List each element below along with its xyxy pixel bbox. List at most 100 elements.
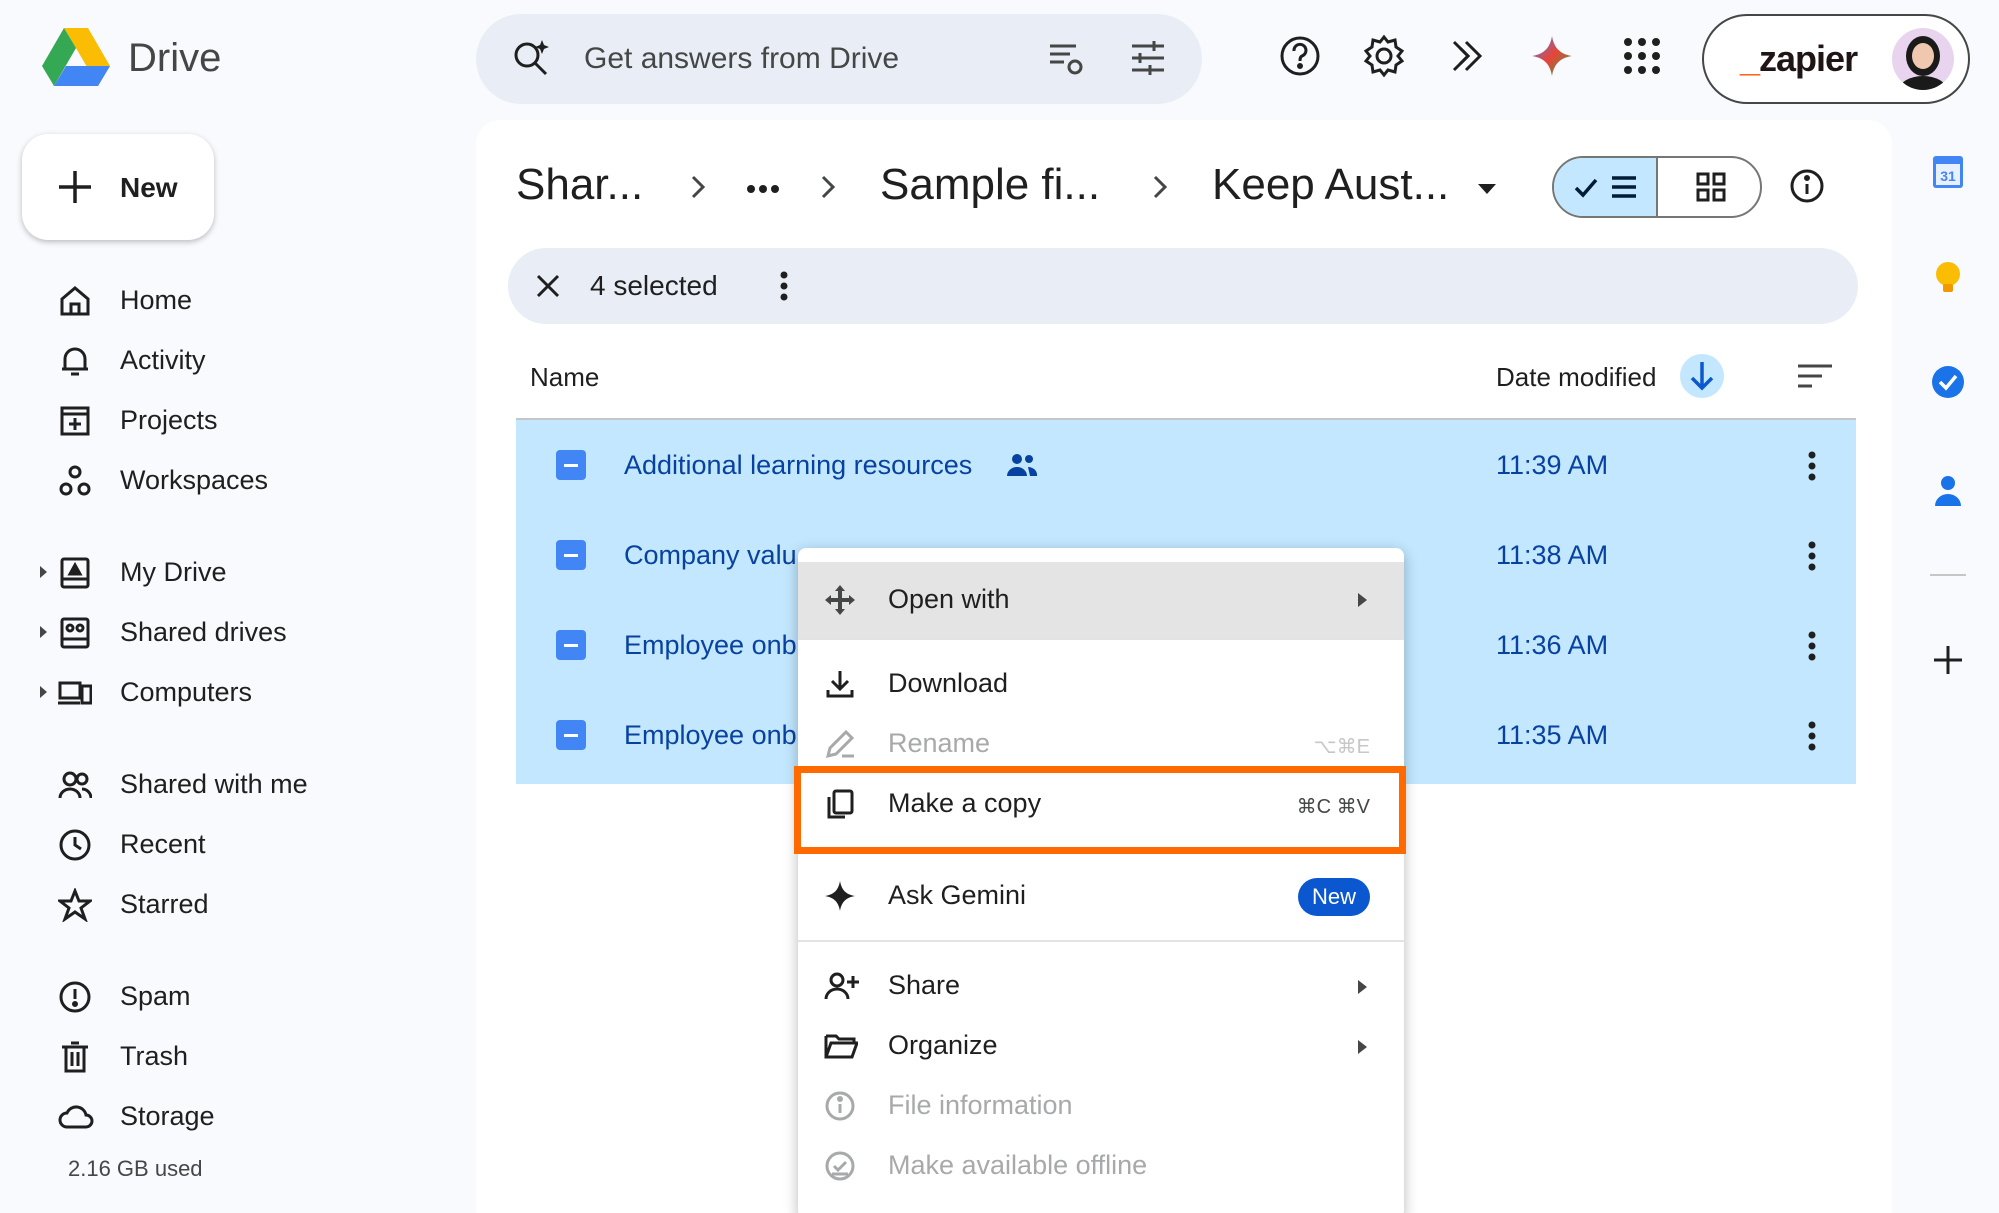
file-name[interactable]: Employee onb (624, 630, 797, 661)
help-icon[interactable] (1278, 34, 1322, 78)
info-icon (824, 1090, 856, 1122)
tasks-icon[interactable] (1928, 362, 1968, 402)
file-date: 11:36 AM (1496, 630, 1609, 660)
edit-pencil-icon (824, 728, 856, 760)
filter-tune-icon[interactable] (1128, 38, 1168, 78)
submenu-arrow-icon (1358, 980, 1367, 994)
add-addon-plus-icon[interactable] (1928, 640, 1968, 680)
keep-lightbulb-icon[interactable] (1928, 258, 1968, 298)
table-row[interactable]: Additional learning resources 11:39 AM (516, 420, 1856, 510)
sort-options-icon[interactable] (1796, 362, 1834, 392)
sort-arrow-down-icon[interactable] (1680, 354, 1724, 398)
chevron-right-icon (816, 172, 840, 202)
sidebar-item-recent[interactable]: Recent (0, 816, 470, 872)
google-docs-icon (556, 450, 586, 480)
chevron-right-icon (1148, 172, 1172, 202)
avatar[interactable] (1892, 28, 1954, 90)
more-vert-icon[interactable] (1802, 720, 1822, 752)
sidebar-item-activity[interactable]: Activity (0, 332, 470, 388)
search-sparkle-icon (510, 36, 554, 80)
more-vert-icon[interactable] (1802, 540, 1822, 572)
selection-count: 4 selected (590, 270, 718, 301)
new-badge: New (1298, 878, 1370, 916)
expand-caret-icon[interactable] (40, 686, 47, 698)
info-icon[interactable] (1788, 167, 1826, 205)
gemini-sparkle-icon[interactable] (1530, 34, 1574, 78)
workspaces-icon (58, 464, 92, 498)
menu-item-ask-gemini[interactable]: Ask Gemini New (798, 866, 1404, 926)
menu-divider (798, 638, 1404, 640)
side-panel-divider (1930, 574, 1966, 576)
sidebar-item-storage[interactable]: Storage (0, 1088, 470, 1144)
gemini-apps-icon[interactable] (1446, 34, 1490, 78)
shared-people-icon (1006, 452, 1038, 478)
menu-item-share[interactable]: Share (798, 956, 1404, 1016)
gemini-sparkle-icon (824, 880, 856, 912)
google-docs-icon (556, 720, 586, 750)
dropdown-arrow-icon[interactable] (1476, 182, 1498, 196)
sidebar-item-spam[interactable]: Spam (0, 968, 470, 1024)
sidebar-item-computers[interactable]: Computers (0, 664, 470, 720)
cloud-icon (58, 1100, 94, 1134)
more-vert-icon[interactable] (774, 270, 794, 302)
sidebar-item-starred[interactable]: Starred (0, 876, 470, 932)
file-name[interactable]: Employee onb (624, 720, 797, 751)
spam-icon (58, 980, 92, 1014)
close-icon[interactable] (532, 270, 564, 302)
file-name[interactable]: Company valu (624, 540, 797, 571)
sidebar-item-shared-with-me[interactable]: Shared with me (0, 756, 470, 812)
folder-open-icon (824, 1030, 858, 1062)
sidebar-item-projects[interactable]: Projects (0, 392, 470, 448)
sidebar-item-shared-drives[interactable]: Shared drives (0, 604, 470, 660)
chevron-right-icon (686, 172, 710, 202)
highlight-annotation-box (794, 766, 1406, 854)
file-date: 11:35 AM (1496, 720, 1609, 750)
more-vert-icon[interactable] (1802, 450, 1822, 482)
more-vert-icon[interactable] (1802, 630, 1822, 662)
sidebar-item-trash[interactable]: Trash (0, 1028, 470, 1084)
new-button[interactable] (22, 134, 214, 240)
list-view-button[interactable] (1554, 158, 1658, 216)
file-name[interactable]: Additional learning resources (624, 450, 972, 481)
google-docs-icon (556, 540, 586, 570)
search-input[interactable]: Get answers from Drive (584, 42, 899, 76)
plus-icon (56, 168, 94, 206)
shortcut-text: ⌥⌘E (1313, 736, 1370, 758)
sidebar-item-my-drive[interactable]: My Drive (0, 544, 470, 600)
expand-caret-icon[interactable] (40, 566, 47, 578)
menu-item-open-with[interactable]: Open with (798, 562, 1404, 638)
menu-item-download[interactable]: Download (798, 654, 1404, 714)
grid-view-button[interactable] (1658, 158, 1760, 216)
drive-logo[interactable] (40, 26, 112, 90)
apps-grid-icon[interactable] (1620, 34, 1664, 78)
submenu-arrow-icon (1358, 1040, 1367, 1054)
search-settings-icon[interactable] (1046, 38, 1086, 78)
move-arrows-icon (824, 584, 856, 616)
trash-icon (58, 1040, 92, 1074)
bell-icon (58, 344, 92, 378)
expand-caret-icon[interactable] (40, 626, 47, 638)
file-date: 11:38 AM (1496, 540, 1609, 570)
computers-icon (58, 676, 92, 710)
star-icon (58, 888, 92, 922)
column-header-name[interactable]: Name (530, 362, 599, 393)
contacts-icon[interactable] (1928, 470, 1968, 510)
storage-usage-text: 2.16 GB used (68, 1156, 203, 1181)
column-header-date-modified[interactable]: Date modified (1496, 362, 1656, 393)
home-icon (58, 284, 92, 318)
offline-check-icon (824, 1150, 856, 1182)
calendar-icon[interactable]: 31 (1928, 152, 1968, 192)
breadcrumb-item[interactable]: Shar... (516, 160, 643, 210)
breadcrumb-item[interactable]: Sample fi... (880, 160, 1100, 210)
menu-item-organize[interactable]: Organize (798, 1016, 1404, 1076)
view-toggle[interactable] (1552, 156, 1762, 218)
sidebar-item-workspaces[interactable]: Workspaces (0, 452, 470, 508)
sidebar-item-home[interactable]: Home (0, 272, 470, 328)
google-docs-icon (556, 630, 586, 660)
people-icon (58, 768, 92, 802)
my-drive-icon (58, 556, 92, 590)
new-button-label: New (120, 172, 178, 203)
more-horiz-icon[interactable] (746, 184, 780, 194)
breadcrumb-current-folder[interactable]: Keep Aust... (1212, 160, 1449, 210)
settings-gear-icon[interactable] (1362, 34, 1406, 78)
